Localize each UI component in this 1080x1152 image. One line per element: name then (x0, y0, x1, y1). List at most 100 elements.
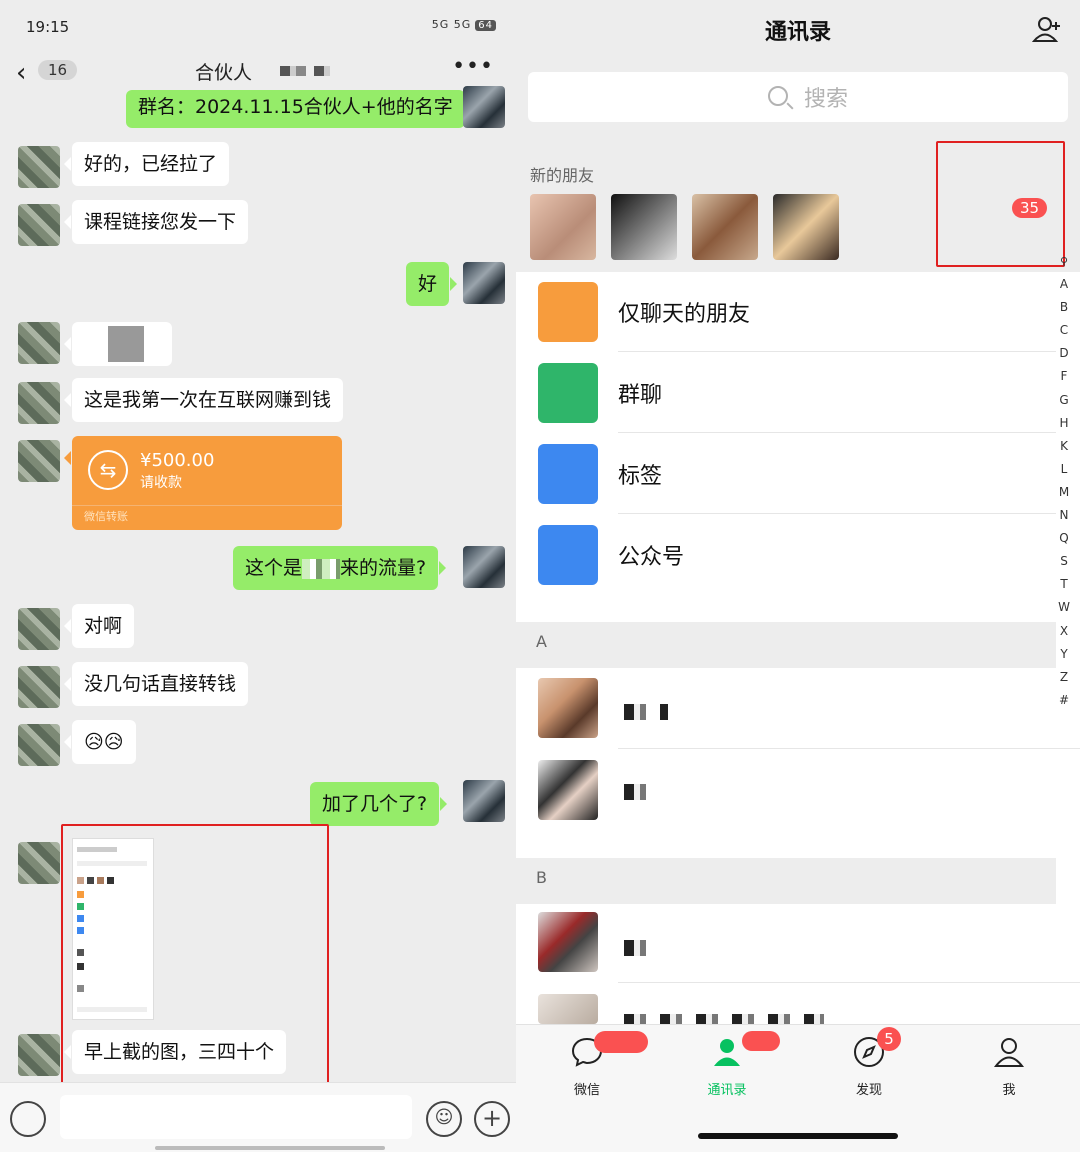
alpha-letter[interactable]: L (1056, 458, 1072, 481)
alpha-letter[interactable]: B (1056, 296, 1072, 319)
alpha-letter[interactable]: Z (1056, 666, 1072, 689)
alpha-letter[interactable]: F (1056, 365, 1072, 388)
search-bar[interactable]: 搜索 (528, 72, 1068, 122)
emoji-icon[interactable]: ☺ (426, 1101, 462, 1137)
contact-avatar[interactable] (18, 382, 60, 424)
contact-avatar[interactable] (18, 204, 60, 246)
message-bubble-out[interactable]: 群名：2024.11.15合伙人+他的名字 (126, 90, 473, 128)
alphabet-index[interactable]: ⚲ A B C D F G H K L M N Q S T W X Y Z # (1056, 250, 1072, 712)
contact-avatar[interactable] (18, 724, 60, 766)
new-friend-avatar[interactable] (611, 194, 677, 260)
section-letter: B (536, 868, 547, 887)
function-item-tags[interactable]: 标签 (516, 434, 1056, 514)
message-bubble-out[interactable]: 加了几个了? (310, 782, 448, 826)
contact-avatar[interactable] (18, 608, 60, 650)
contact-avatar[interactable] (538, 678, 598, 738)
blurred-contact-name (624, 704, 668, 720)
transfer-card[interactable]: ⇆ ¥500.00 请收款 微信转账 (64, 436, 342, 530)
official-account-icon (538, 525, 598, 585)
alpha-letter[interactable]: D (1056, 342, 1072, 365)
function-item-official-accounts[interactable]: 公众号 (516, 515, 1056, 595)
contact-avatar[interactable] (538, 760, 598, 820)
highlight-box (61, 824, 329, 1085)
contact-avatar[interactable] (18, 666, 60, 708)
person-icon (993, 1038, 1025, 1067)
emoji-message-bubble[interactable]: 😥😥 (64, 720, 136, 764)
contact-avatar[interactable] (18, 322, 60, 364)
plus-icon[interactable]: + (474, 1101, 510, 1137)
blur-block (302, 558, 341, 579)
chat-only-friends-icon (538, 282, 598, 342)
blur-block (108, 326, 144, 362)
voice-icon[interactable] (10, 1101, 46, 1137)
transfer-status: 请收款 (140, 475, 182, 491)
section-letter: A (536, 632, 547, 651)
self-avatar[interactable] (463, 86, 505, 128)
contact-avatar[interactable] (18, 146, 60, 188)
discover-badge: 5 (877, 1027, 901, 1051)
alpha-letter[interactable]: Y (1056, 643, 1072, 666)
alpha-search-icon[interactable]: ⚲ (1056, 250, 1072, 273)
self-avatar[interactable] (463, 780, 505, 822)
add-contact-icon[interactable] (1032, 14, 1062, 44)
chats-unread-badge (594, 1031, 648, 1053)
divider (618, 982, 1080, 983)
divider (618, 432, 1056, 433)
contact-avatar[interactable] (538, 912, 598, 972)
contact-avatar[interactable] (18, 842, 60, 884)
function-item-chat-only[interactable]: 仅聊天的朋友 (516, 272, 1056, 352)
alpha-letter[interactable]: Q (1056, 527, 1072, 550)
alpha-letter[interactable]: W (1056, 596, 1072, 619)
section-header-a: A (516, 622, 1056, 668)
search-icon (768, 86, 788, 106)
tag-icon (538, 444, 598, 504)
page-title: 通讯录 (764, 20, 831, 45)
contact-avatar[interactable] (18, 440, 60, 482)
alpha-letter[interactable]: G (1056, 389, 1072, 412)
more-icon[interactable]: ••• (452, 54, 494, 79)
back-icon[interactable]: ‹ (16, 58, 26, 88)
message-bubble-out[interactable]: 好 (406, 262, 458, 306)
alpha-letter[interactable]: S (1056, 550, 1072, 573)
alpha-letter[interactable]: N (1056, 504, 1072, 527)
alpha-letter[interactable]: X (1056, 620, 1072, 643)
function-label: 群聊 (618, 383, 663, 408)
message-bubble-in[interactable]: 课程链接您发一下 (63, 200, 249, 244)
alpha-letter[interactable]: T (1056, 573, 1072, 596)
function-label: 标签 (618, 464, 663, 489)
blurred-message-bubble[interactable] (64, 322, 172, 366)
message-bubble-out[interactable]: 这个是 来的流量? (233, 546, 447, 590)
function-item-group-chats[interactable]: 群聊 (516, 353, 1056, 433)
self-avatar[interactable] (463, 262, 505, 304)
group-chat-icon (538, 363, 598, 423)
message-bubble-in[interactable]: 这是我第一次在互联网赚到钱 (63, 378, 344, 422)
divider (618, 351, 1056, 352)
tab-label: 发现 (855, 1083, 882, 1098)
alpha-letter[interactable]: M (1056, 481, 1072, 504)
message-text: 来的流量? (340, 557, 427, 579)
new-friend-avatar[interactable] (530, 194, 596, 260)
self-avatar[interactable] (463, 546, 505, 588)
new-friend-avatar[interactable] (773, 194, 839, 260)
alpha-letter[interactable]: A (1056, 273, 1072, 296)
contact-avatar[interactable] (18, 1034, 60, 1076)
blurred-contact-name (624, 784, 652, 800)
contacts-screen: 通讯录 搜索 新的朋友 35 仅聊天的朋友 群聊 标签 公众号 A B ⚲ A … (516, 0, 1080, 1152)
tab-me[interactable]: 我 (964, 1035, 1054, 1098)
new-friend-avatar[interactable] (692, 194, 758, 260)
message-bubble-in[interactable]: 好的，已经拉了 (63, 142, 230, 186)
alpha-letter[interactable]: H (1056, 412, 1072, 435)
message-bubble-in[interactable]: 没几句话直接转钱 (63, 662, 249, 706)
message-input[interactable] (60, 1095, 412, 1139)
blurred-contact-name (624, 1014, 824, 1024)
tab-discover[interactable]: 发现 (824, 1035, 914, 1098)
message-bubble-in[interactable]: 对啊 (63, 604, 135, 648)
alpha-letter[interactable]: # (1056, 689, 1072, 712)
unread-count-badge[interactable]: 16 (38, 60, 78, 80)
alpha-letter[interactable]: K (1056, 435, 1072, 458)
contacts-icon (714, 1039, 740, 1066)
contact-avatar[interactable] (538, 994, 598, 1024)
alpha-letter[interactable]: C (1056, 319, 1072, 342)
new-friends-label: 新的朋友 (530, 166, 595, 185)
function-label: 公众号 (618, 545, 685, 570)
